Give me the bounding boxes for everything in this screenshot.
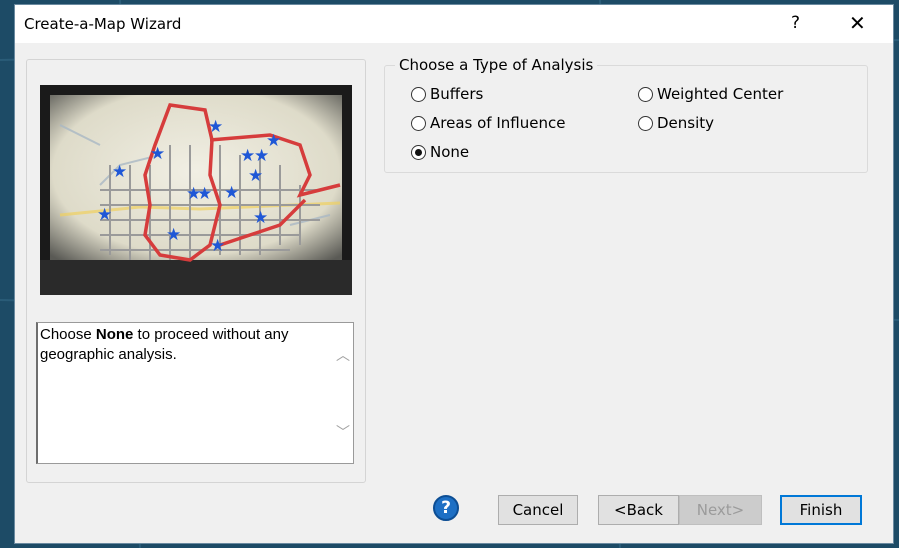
radio-label: Weighted Center (657, 85, 784, 103)
radio-indicator[interactable] (638, 86, 653, 102)
description-scrollbar[interactable]: ︿ ﹀ (333, 323, 353, 463)
preview-panel: ★ ★ ★ ★ ★ ★ ★ ★ ★ ★ ★ ★ ★ ★ Choose None … (26, 59, 366, 483)
radio-label: Areas of Influence (430, 114, 566, 132)
map-preview-image: ★ ★ ★ ★ ★ ★ ★ ★ ★ ★ ★ ★ ★ ★ (40, 95, 352, 295)
svg-text:★: ★ (197, 184, 212, 204)
svg-text:★: ★ (208, 117, 223, 137)
svg-text:★: ★ (166, 225, 181, 245)
description-box: Choose None to proceed without any geogr… (36, 322, 354, 464)
svg-text:★: ★ (254, 146, 269, 166)
radio-indicator[interactable] (411, 115, 426, 131)
description-bold: None (95, 326, 134, 343)
description-prefix: Choose (40, 326, 96, 343)
radio-indicator[interactable] (638, 115, 653, 131)
radio-buffers[interactable]: Buffers (411, 85, 483, 103)
svg-text:★: ★ (224, 183, 239, 203)
svg-text:★: ★ (97, 205, 112, 225)
back-button[interactable]: <Back (598, 495, 679, 525)
svg-text:★: ★ (248, 166, 263, 186)
finish-button[interactable]: Finish (780, 495, 862, 525)
map-preview: ★ ★ ★ ★ ★ ★ ★ ★ ★ ★ ★ ★ ★ ★ (40, 85, 352, 295)
window-title: Create-a-Map Wizard (24, 15, 182, 33)
next-button[interactable]: Next> (679, 495, 762, 525)
description-text: Choose None to proceed without any geogr… (40, 325, 330, 365)
chevron-down-icon[interactable]: ﹀ (336, 422, 350, 442)
svg-text:★: ★ (150, 144, 165, 164)
radio-label: None (430, 143, 470, 161)
radio-indicator[interactable] (411, 86, 426, 102)
title-bar: Create-a-Map Wizard ? ✕ (15, 5, 893, 43)
wizard-dialog: Create-a-Map Wizard ? ✕ ★ ★ ★ ★ ★ ★ ★ ★ … (14, 4, 894, 544)
analysis-type-group: Choose a Type of Analysis Buffers Weight… (384, 56, 868, 173)
radio-density[interactable]: Density (638, 114, 714, 132)
svg-text:★: ★ (112, 162, 127, 182)
close-icon[interactable]: ✕ (849, 11, 866, 35)
help-icon[interactable]: ? (433, 495, 459, 521)
radio-none[interactable]: None (411, 143, 469, 161)
radio-label: Density (657, 114, 715, 132)
radio-weighted-center[interactable]: Weighted Center (638, 85, 783, 103)
help-title-button[interactable]: ? (791, 13, 800, 33)
radio-areas-of-influence[interactable]: Areas of Influence (411, 114, 565, 132)
radio-label: Buffers (430, 85, 484, 103)
chevron-up-icon[interactable]: ︿ (336, 345, 350, 365)
cancel-button[interactable]: Cancel (498, 495, 578, 525)
radio-indicator-selected[interactable] (411, 144, 426, 160)
svg-text:★: ★ (253, 208, 268, 228)
analysis-type-legend: Choose a Type of Analysis (395, 56, 598, 74)
svg-text:★: ★ (240, 146, 255, 166)
svg-text:★: ★ (210, 236, 225, 256)
